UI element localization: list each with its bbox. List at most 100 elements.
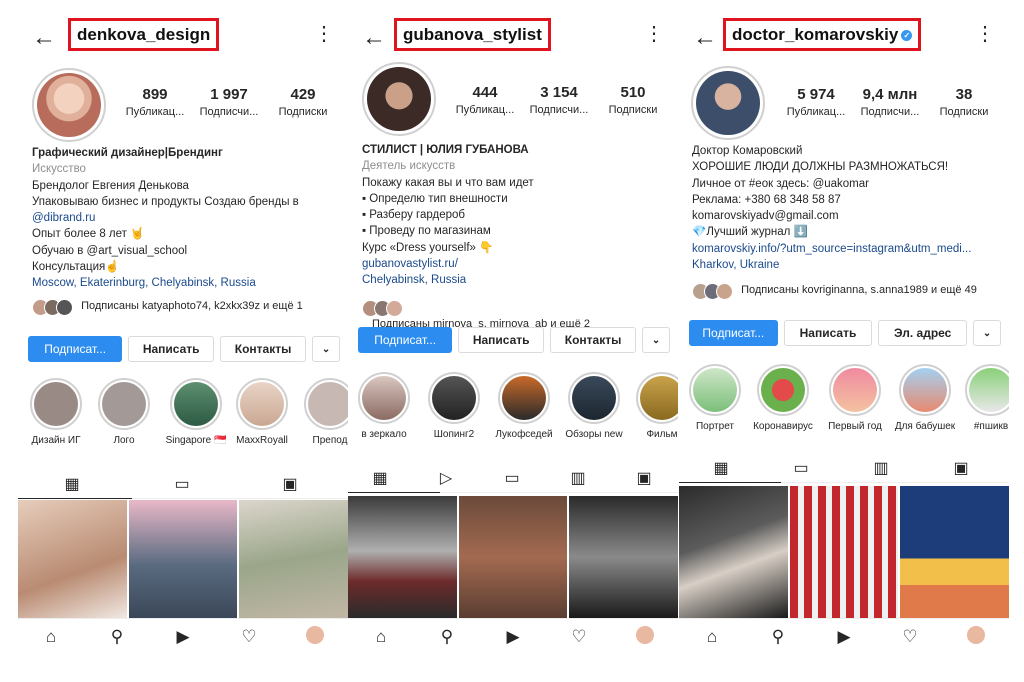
bio-line: ХОРОШИЕ ЛЮДИ ДОЛЖНЫ РАЗМНОЖАТЬСЯ! <box>692 161 949 174</box>
highlight-item[interactable]: Лукофседей <box>492 372 556 440</box>
bio-email[interactable]: komarovskiyadv@gmail.com <box>692 208 999 224</box>
contacts-button[interactable]: Контакты <box>550 327 637 353</box>
highlight-item[interactable]: Обзоры new <box>562 372 626 440</box>
bio-website-link[interactable]: komarovskiy.info/?utm_source=instagram&u… <box>692 241 999 257</box>
avatar[interactable] <box>32 68 106 142</box>
tagged-tab-icon[interactable]: ▣ <box>624 468 664 488</box>
back-arrow-icon[interactable]: ← <box>362 26 386 50</box>
profile-avatar[interactable] <box>300 625 330 649</box>
bio-line[interactable]: Обучаю в @art_visual_school <box>32 243 338 259</box>
stat-posts[interactable]: 444 Публикац... <box>448 84 522 116</box>
highlight-item[interactable]: Фильм <box>630 372 678 440</box>
bio-line: Личное от #еок здесь: @uakomar <box>692 177 869 190</box>
back-arrow-icon[interactable]: ← <box>32 26 56 50</box>
stat-followers[interactable]: 9,4 млн Подписчи... <box>853 86 927 118</box>
more-options-icon[interactable]: ⋮ <box>975 24 995 44</box>
igtv-tab-icon[interactable]: ▭ <box>162 474 202 494</box>
bio-website-link[interactable]: gubanovastylist.ru/ <box>362 256 668 272</box>
bio: Графический дизайнер|Брендинг Искусство … <box>32 145 338 292</box>
home-icon[interactable]: ⌂ <box>366 627 396 647</box>
stat-followers[interactable]: 1 997 Подписчи... <box>192 86 266 118</box>
stat-followers[interactable]: 3 154 Подписчи... <box>522 84 596 116</box>
message-button[interactable]: Написать <box>458 327 545 353</box>
posts-grid <box>348 496 678 618</box>
post-thumbnail[interactable] <box>679 486 788 618</box>
avatar[interactable] <box>362 62 436 136</box>
post-thumbnail[interactable] <box>348 496 457 618</box>
igtv-tab-icon[interactable]: ▭ <box>492 468 532 488</box>
heart-icon[interactable]: ♡ <box>895 627 925 647</box>
bio-category: Деятель искусств <box>362 160 456 173</box>
follow-button[interactable]: Подписат... <box>28 336 123 362</box>
action-buttons: Подписат... Написать Контакты ⌄ <box>28 336 341 362</box>
action-buttons: Подписат... Написать Контакты ⌄ <box>358 327 671 353</box>
home-icon[interactable]: ⌂ <box>697 627 727 647</box>
heart-icon[interactable]: ♡ <box>564 627 594 647</box>
bio-mention-link[interactable]: @dibrand.ru <box>32 210 338 226</box>
suggestions-chevron-button[interactable]: ⌄ <box>973 320 1002 346</box>
highlight-item[interactable]: Лого <box>92 378 156 446</box>
highlight-item[interactable]: Первый год <box>823 364 887 432</box>
follow-button[interactable]: Подписат... <box>358 327 453 353</box>
contacts-button[interactable]: Контакты <box>220 336 307 362</box>
reels-icon[interactable]: ▶ <box>498 627 528 647</box>
reels-icon[interactable]: ▶ <box>168 627 198 647</box>
post-thumbnail[interactable] <box>900 486 1009 618</box>
more-options-icon[interactable]: ⋮ <box>314 24 334 44</box>
bio-location-link[interactable]: Chelyabinsk, Russia <box>362 272 668 288</box>
suggestions-chevron-button[interactable]: ⌄ <box>642 327 671 353</box>
profile-avatar[interactable] <box>961 625 991 649</box>
reels-tab-icon[interactable]: ▷ <box>426 468 466 488</box>
highlight-item[interactable]: в зеркало <box>352 372 416 440</box>
post-thumbnail[interactable] <box>18 500 127 618</box>
stat-following[interactable]: 510 Подписки <box>596 84 670 116</box>
followed-by[interactable]: Подписаны katyaphoto74, k2xkx39z и ещё 1 <box>32 299 338 316</box>
post-thumbnail[interactable] <box>128 500 238 618</box>
highlight-item[interactable]: #пшикв <box>959 364 1009 432</box>
search-icon[interactable]: ⚲ <box>432 627 462 647</box>
email-button[interactable]: Эл. адрес <box>878 320 968 346</box>
grid-tab-icon[interactable]: ▦ <box>348 468 440 493</box>
followed-by[interactable]: Подписаны kovriginanna, s.anna1989 и ещё… <box>692 283 999 300</box>
tagged-tab-icon[interactable]: ▣ <box>941 458 981 478</box>
bio-line: Реклама: +380 68 348 58 87 <box>692 193 841 206</box>
post-thumbnail[interactable] <box>458 496 568 618</box>
grid-tab-icon[interactable]: ▦ <box>679 458 781 483</box>
guides-tab-icon[interactable]: ▥ <box>558 468 598 488</box>
profile-avatar[interactable] <box>630 625 660 649</box>
post-thumbnail[interactable] <box>569 496 678 618</box>
search-icon[interactable]: ⚲ <box>763 627 793 647</box>
reels-icon[interactable]: ▶ <box>829 627 859 647</box>
highlight-item[interactable]: Дизайн ИГ <box>24 378 88 446</box>
post-thumbnail[interactable] <box>239 500 348 618</box>
message-button[interactable]: Написать <box>128 336 215 362</box>
avatar[interactable] <box>691 66 765 140</box>
stat-posts[interactable]: 5 974 Публикац... <box>779 86 853 118</box>
highlight-item[interactable]: Препод <box>298 378 348 446</box>
highlight-item[interactable]: Портрет <box>683 364 747 432</box>
stat-following[interactable]: 429 Подписки <box>266 86 340 118</box>
highlight-item[interactable]: Singapore 🇸🇬 <box>164 378 228 446</box>
stat-posts[interactable]: 899 Публикац... <box>118 86 192 118</box>
heart-icon[interactable]: ♡ <box>234 627 264 647</box>
post-thumbnail[interactable] <box>789 486 899 618</box>
highlight-item[interactable]: Коронавирус <box>751 364 815 432</box>
home-icon[interactable]: ⌂ <box>36 627 66 647</box>
tagged-tab-icon[interactable]: ▣ <box>270 474 310 494</box>
search-icon[interactable]: ⚲ <box>102 627 132 647</box>
highlight-item[interactable]: Шопинг2 <box>422 372 486 440</box>
stat-following[interactable]: 38 Подписки <box>927 86 1001 118</box>
guides-tab-icon[interactable]: ▥ <box>861 458 901 478</box>
bio-location-link[interactable]: Moscow, Ekaterinburg, Chelyabinsk, Russi… <box>32 275 338 291</box>
highlight-item[interactable]: MaxxRoyall <box>230 378 294 446</box>
more-options-icon[interactable]: ⋮ <box>644 24 664 44</box>
bio-location-link[interactable]: Kharkov, Ukraine <box>692 257 999 273</box>
igtv-tab-icon[interactable]: ▭ <box>781 458 821 478</box>
grid-tab-icon[interactable]: ▦ <box>18 474 132 499</box>
suggestions-chevron-button[interactable]: ⌄ <box>312 336 341 362</box>
follow-button[interactable]: Подписат... <box>689 320 778 346</box>
message-button[interactable]: Написать <box>783 320 873 346</box>
top-bar: ← doctor_komarovskiy ✓ ⋮ <box>679 16 1009 60</box>
back-arrow-icon[interactable]: ← <box>693 26 717 50</box>
highlight-item[interactable]: Для бабушек <box>893 364 957 432</box>
